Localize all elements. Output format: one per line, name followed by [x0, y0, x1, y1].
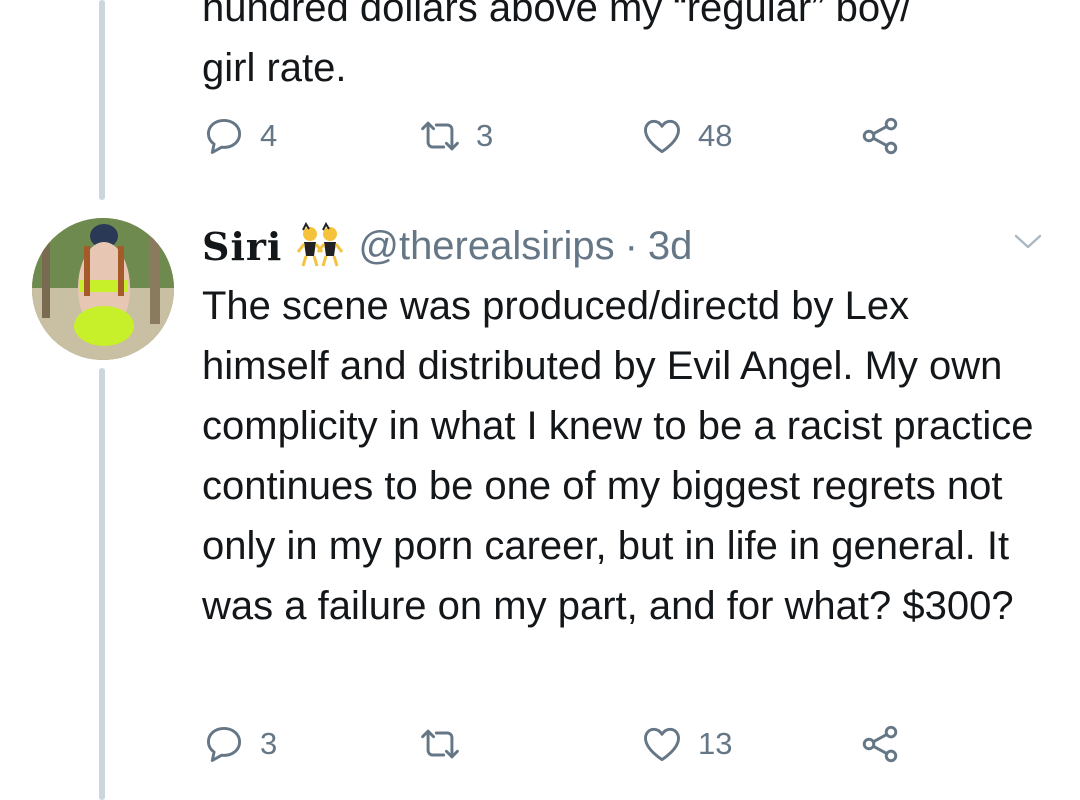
- like-count: 13: [698, 726, 733, 761]
- retweet-button[interactable]: 3: [418, 114, 493, 158]
- dancers-emoji-icon: [297, 222, 344, 267]
- share-icon: [862, 117, 898, 155]
- like-button[interactable]: 13: [640, 722, 732, 766]
- retweet-button[interactable]: [418, 722, 476, 766]
- previous-tweet-text: hundred dollars above my “regular” boy/ …: [202, 0, 1032, 98]
- reply-count: 4: [260, 118, 278, 153]
- share-button[interactable]: [858, 722, 902, 766]
- thread-line: [99, 368, 105, 800]
- tweet-text: The scene was produced/directd by Lex hi…: [202, 284, 1034, 628]
- reply-button[interactable]: 4: [202, 114, 277, 158]
- reply-icon: [206, 726, 242, 762]
- previous-tweet-cut-line: hundred dollars above my “regular” boy/: [202, 0, 912, 30]
- display-name[interactable]: Siri: [202, 224, 282, 269]
- avatar[interactable]: [32, 218, 174, 360]
- user-handle[interactable]: @therealsirips: [358, 224, 614, 269]
- like-count: 48: [698, 118, 733, 153]
- heart-icon: [644, 727, 680, 762]
- like-button[interactable]: 48: [640, 114, 732, 158]
- heart-icon: [644, 119, 680, 154]
- reply-button[interactable]: 3: [202, 722, 277, 766]
- separator-dot: ·: [624, 223, 638, 268]
- thread-line: [99, 0, 105, 200]
- share-button[interactable]: [858, 114, 902, 158]
- share-icon: [862, 725, 898, 763]
- reply-icon: [206, 118, 242, 154]
- reply-count: 3: [260, 726, 278, 761]
- retweet-icon: [421, 121, 459, 151]
- tweet-actions: 3 13: [202, 722, 942, 766]
- tweet-timestamp[interactable]: 3d: [648, 224, 693, 269]
- avatar-photo: [32, 218, 174, 360]
- retweet-icon: [421, 729, 459, 759]
- previous-tweet-last-line: girl rate.: [202, 46, 347, 90]
- tweet-header: Siri @therealsirips · 3d: [202, 216, 1002, 276]
- previous-tweet-actions: 4 3 48: [202, 114, 942, 158]
- retweet-count: 3: [476, 118, 494, 153]
- chevron-down-icon[interactable]: [1008, 226, 1048, 256]
